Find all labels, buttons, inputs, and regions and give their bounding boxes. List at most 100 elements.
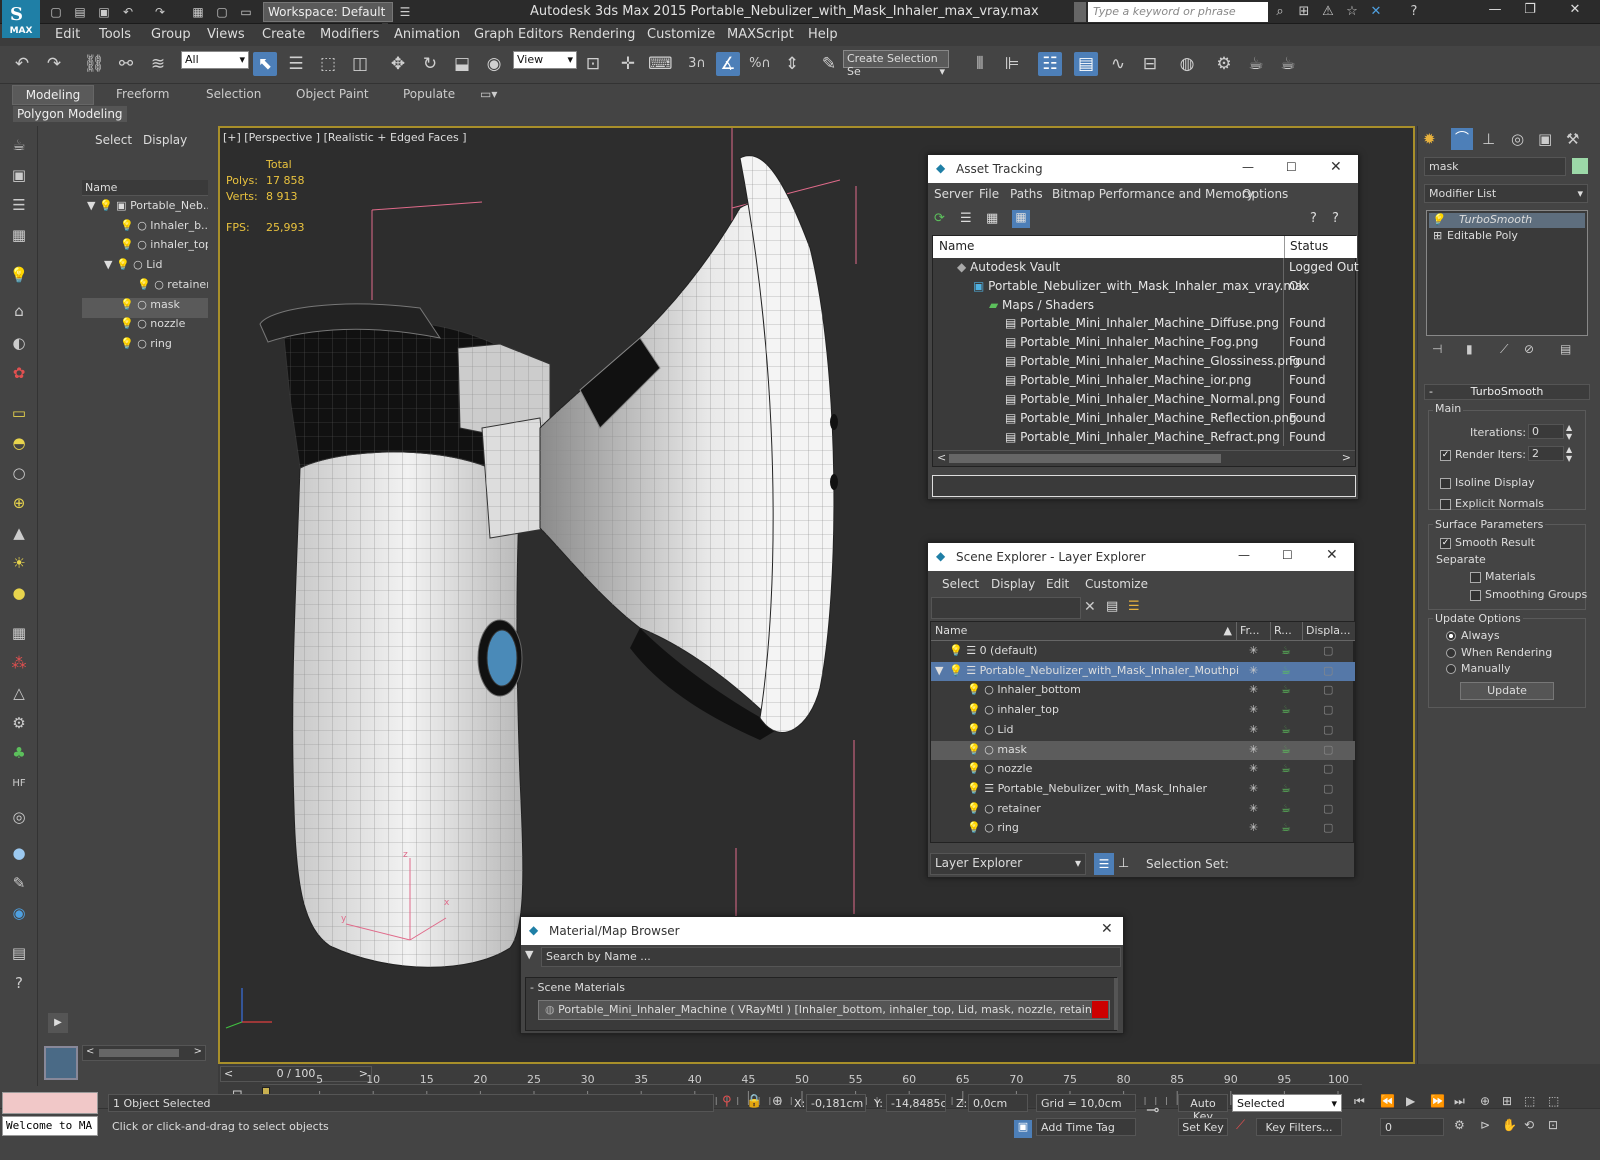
- place-icon[interactable]: ◉: [482, 52, 506, 76]
- clear-search-icon[interactable]: ✕: [1084, 599, 1096, 615]
- minimize-icon[interactable]: —: [1238, 548, 1250, 562]
- asset-row[interactable]: ▰ Maps / Shaders: [989, 298, 1094, 317]
- layer-menu-select[interactable]: Select: [942, 577, 979, 591]
- redo-icon[interactable]: ↷: [152, 4, 168, 20]
- set-key-mode-icon[interactable]: ⊸: [1146, 1100, 1159, 1119]
- undo-icon[interactable]: ↶: [120, 4, 136, 20]
- tree-item[interactable]: 💡 ○ ring: [82, 337, 208, 357]
- lightbulb-icon[interactable]: 💡: [967, 821, 984, 834]
- redo-icon[interactable]: ↷: [42, 52, 66, 76]
- show-end-result-icon[interactable]: ▮: [1466, 342, 1473, 356]
- renderable-icon[interactable]: ☕: [1281, 821, 1291, 834]
- edit-named-selection-icon[interactable]: ✎: [817, 52, 841, 76]
- freeze-icon[interactable]: ✳: [1249, 743, 1258, 756]
- menu-maxscript[interactable]: MAXScript: [727, 27, 794, 42]
- freeze-icon[interactable]: ✳: [1249, 723, 1258, 736]
- menu-modifiers[interactable]: Modifiers: [320, 27, 379, 42]
- close-icon[interactable]: ✕: [1326, 547, 1338, 563]
- render-iters-spinner[interactable]: 2: [1528, 446, 1564, 461]
- rectangle-selection-icon[interactable]: ⬚: [316, 52, 340, 76]
- viewport-preview[interactable]: [44, 1046, 78, 1080]
- menu-rendering[interactable]: Rendering: [569, 27, 635, 42]
- keyword-search-input[interactable]: Type a keyword or phrase: [1088, 2, 1268, 22]
- layer-row[interactable]: 💡 ○ inhaler_top ✳ ☕ ▢: [931, 701, 1355, 720]
- reference-coordinate-dropdown[interactable]: View ▾: [513, 51, 577, 69]
- modifier-turbosmooth[interactable]: 💡 TurboSmooth: [1429, 213, 1585, 228]
- shaded-sphere-icon[interactable]: ●: [7, 844, 31, 866]
- play-icon[interactable]: ▶: [48, 1013, 68, 1033]
- teapot-icon[interactable]: ☕: [7, 136, 31, 158]
- layer-row-selected[interactable]: 💡 ☰ Portable_Nebulizer_with_Mask_Inhaler…: [931, 661, 1355, 681]
- help-context-icon[interactable]: ?: [1332, 211, 1339, 226]
- grid-icon[interactable]: ▦: [7, 624, 31, 646]
- asset-menu-file[interactable]: File: [979, 187, 999, 201]
- asset-col-name[interactable]: Name: [933, 236, 1285, 258]
- foliage-icon[interactable]: ♣: [7, 744, 31, 766]
- menu-create[interactable]: Create: [262, 27, 305, 42]
- maximize-viewport-icon[interactable]: ⊡: [1548, 1118, 1558, 1132]
- ribbon-options-icon[interactable]: ▭▾: [480, 87, 497, 101]
- dome-icon[interactable]: ◓: [7, 434, 31, 456]
- tree-item[interactable]: 💡 ○ inhaler_top: [82, 238, 208, 258]
- tree-item[interactable]: 💡 ○ retainer: [82, 278, 208, 298]
- tab-populate[interactable]: Populate: [403, 87, 455, 101]
- key-filters-button[interactable]: Key Filters...: [1256, 1118, 1342, 1136]
- layer-row-highlighted[interactable]: 💡 ○ mask ✳ ☕ ▢: [931, 740, 1355, 760]
- asset-row[interactable]: ◆ Autodesk Vault: [957, 260, 1060, 279]
- help-icon[interactable]: ?: [1310, 211, 1317, 226]
- pan-icon[interactable]: ✋: [1502, 1118, 1517, 1132]
- hair-fur-icon[interactable]: HF: [7, 778, 31, 800]
- project-icon[interactable]: ▭: [238, 4, 254, 20]
- motion-tab-icon[interactable]: ◎: [1511, 130, 1524, 148]
- tree-item[interactable]: ▼ 💡 ○ Lid: [82, 258, 208, 278]
- window-crossing-icon[interactable]: ◫: [348, 52, 372, 76]
- material-scrollbar[interactable]: [1114, 978, 1118, 1030]
- help-icon[interactable]: ?: [7, 974, 31, 996]
- layer-row[interactable]: 💡 ○ ring ✳ ☕ ▢: [931, 819, 1355, 838]
- lock-selection-icon[interactable]: 🔒: [746, 1094, 762, 1109]
- menu-customize[interactable]: Customize: [647, 27, 715, 42]
- transform-mode-icon[interactable]: ⊕: [772, 1094, 783, 1109]
- hold-icon[interactable]: ▦: [190, 4, 206, 20]
- time-configuration-icon[interactable]: ⚙: [1454, 1118, 1465, 1132]
- layer-row[interactable]: 💡 ○ Inhaler_bottom ✳ ☕ ▢: [931, 681, 1355, 700]
- settings-icon[interactable]: ▤: [7, 944, 31, 966]
- modify-tab-icon[interactable]: ⌒: [1451, 128, 1473, 150]
- selection-filter-dropdown[interactable]: All ▾: [181, 51, 249, 69]
- explorer-menu-select[interactable]: Select: [95, 133, 132, 147]
- renderable-icon[interactable]: ☕: [1281, 743, 1291, 756]
- rotate-icon[interactable]: ↻: [418, 52, 442, 76]
- adaptive-degradation-icon[interactable]: ▣: [1014, 1120, 1032, 1138]
- asset-row[interactable]: ▤ Portable_Mini_Inhaler_Machine_Glossine…: [1005, 354, 1300, 373]
- camera-icon[interactable]: ⌂: [7, 302, 31, 324]
- zoom-all-icon[interactable]: ⊞: [1502, 1094, 1512, 1108]
- subscription-icon[interactable]: ⊞: [1294, 4, 1314, 19]
- zoom-extents-icon[interactable]: ⬚: [1524, 1094, 1535, 1108]
- communication-icon[interactable]: ⚠: [1318, 4, 1338, 19]
- freeze-icon[interactable]: ✳: [1249, 683, 1258, 696]
- cone-icon[interactable]: ▲: [7, 524, 31, 546]
- exchange-icon[interactable]: ✕: [1366, 4, 1386, 19]
- lightbulb-icon[interactable]: 💡: [967, 683, 984, 696]
- current-frame-field[interactable]: 0: [1380, 1118, 1444, 1136]
- set-key-button[interactable]: Set Key: [1178, 1118, 1228, 1136]
- zoom-icon[interactable]: ⊕: [1480, 1094, 1490, 1108]
- display-box-icon[interactable]: ▢: [1323, 683, 1333, 696]
- geosphere-icon[interactable]: ⊕: [7, 494, 31, 516]
- menu-help[interactable]: Help: [808, 27, 838, 42]
- create-tab-icon[interactable]: ✹: [1423, 130, 1443, 150]
- display-box-icon[interactable]: ▢: [1323, 644, 1333, 657]
- display-box-icon[interactable]: ▢: [1323, 782, 1333, 795]
- freeze-icon[interactable]: ✳: [1249, 703, 1258, 716]
- asset-tracking-title-bar[interactable]: ◆ Asset Tracking — ☐ ✕: [928, 155, 1358, 183]
- expand-arrow-icon[interactable]: ▼: [935, 664, 943, 677]
- layer-explorer-dropdown[interactable]: Layer Explorer ▾: [930, 853, 1086, 875]
- render-setup-icon[interactable]: ⚙: [1212, 52, 1236, 76]
- tab-object-paint[interactable]: Object Paint: [296, 87, 369, 101]
- layer-row[interactable]: 💡 ○ retainer ✳ ☕ ▢: [931, 800, 1355, 819]
- cloth-icon[interactable]: ◎: [7, 808, 31, 830]
- tab-freeform[interactable]: Freeform: [116, 87, 169, 101]
- spinner-arrows-icon[interactable]: ▲ ▼: [1566, 423, 1572, 441]
- renderable-icon[interactable]: ☕: [1281, 703, 1291, 716]
- x-coordinate-field[interactable]: -0,181cm: [806, 1094, 866, 1112]
